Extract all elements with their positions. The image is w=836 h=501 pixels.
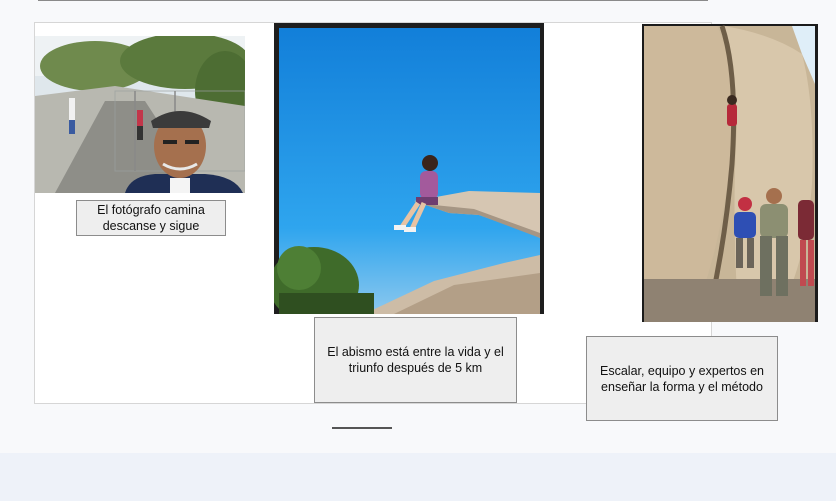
photo-climbers[interactable] — [642, 24, 818, 322]
page-area: El fotógrafo camina descanse y sigue El … — [0, 0, 836, 453]
caption-climbers-line-1: Escalar, equipo y expertos en — [600, 363, 764, 378]
caption-cliff-line-1: El abismo está entre la vida y el — [327, 345, 504, 359]
caption-cliff-line-2: triunfo después de 5 km — [348, 361, 483, 375]
caption-photographer-line-1: El fotógrafo camina — [97, 203, 205, 217]
caption-photographer: El fotógrafo camina descanse y sigue — [76, 200, 226, 236]
top-divider — [38, 0, 708, 1]
caption-climbers-line-2: enseñar la forma y el método — [601, 379, 763, 394]
caption-photographer-line-2: descanse y sigue — [102, 219, 200, 233]
photo-photographer[interactable] — [35, 36, 245, 193]
caption-cliff: El abismo está entre la vida y el triunf… — [314, 317, 517, 403]
caption-climbers: Escalar, equipo y expertos en enseñar la… — [586, 336, 778, 421]
bottom-divider — [332, 427, 392, 429]
photo-cliff[interactable] — [274, 23, 544, 314]
